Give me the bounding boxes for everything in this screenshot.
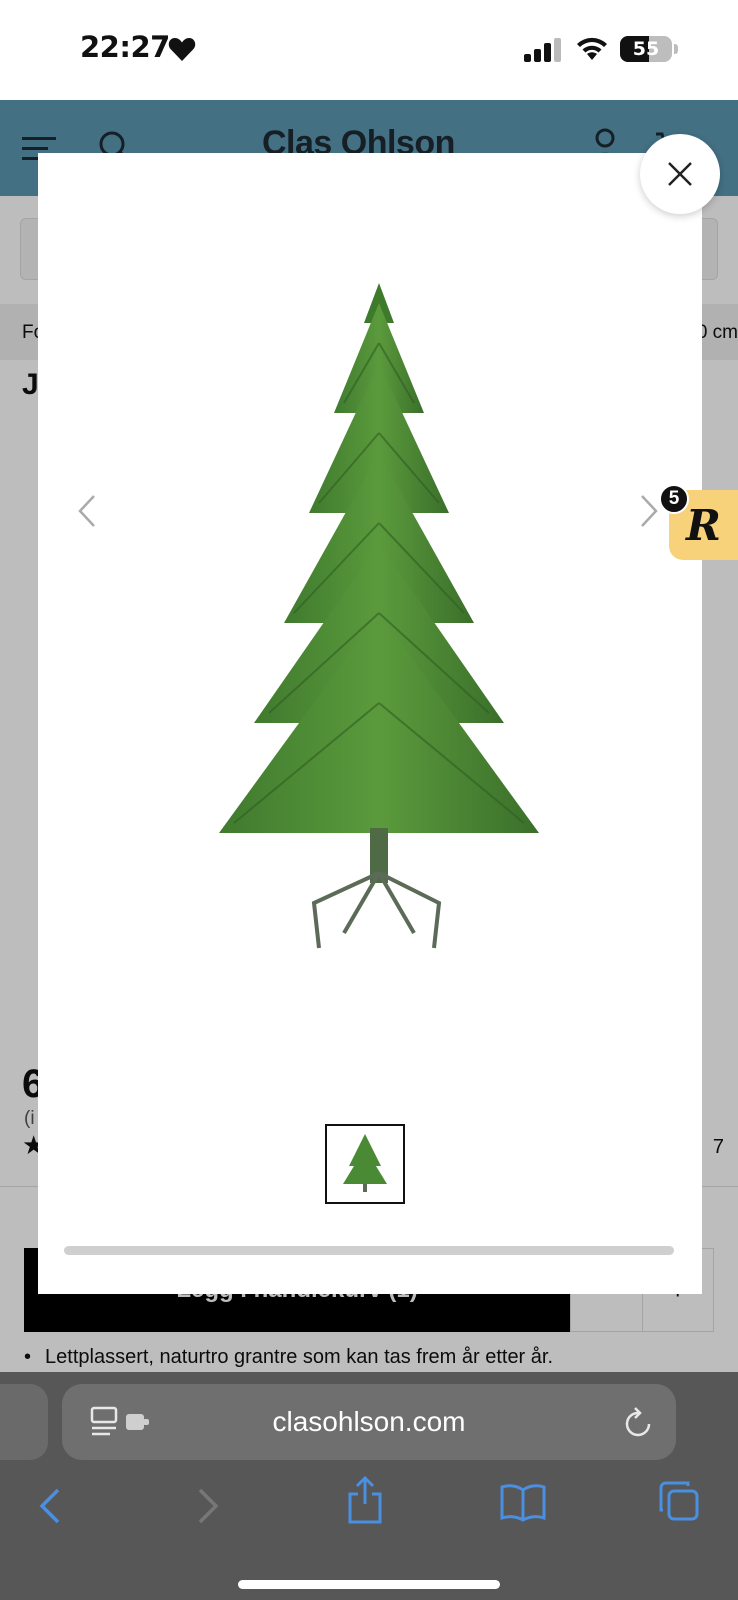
rewards-logo: R bbox=[686, 500, 721, 550]
wifi-icon bbox=[577, 37, 607, 60]
battery-level: 55 bbox=[632, 38, 660, 60]
christmas-tree-image bbox=[219, 283, 539, 949]
address-text[interactable]: clasohlson.com bbox=[62, 1406, 676, 1438]
image-thumbnail[interactable] bbox=[325, 1124, 405, 1204]
cellular-signal-icon bbox=[524, 38, 561, 62]
browser-toolbar: clasohlson.com bbox=[0, 1372, 738, 1600]
home-indicator bbox=[238, 1580, 500, 1589]
image-gallery-modal bbox=[38, 153, 702, 1294]
status-time: 22:27 bbox=[80, 30, 170, 64]
chevron-left-icon[interactable] bbox=[74, 493, 100, 529]
rewards-count-badge: 5 bbox=[659, 484, 689, 514]
close-modal-button[interactable] bbox=[640, 134, 720, 214]
heart-icon bbox=[168, 38, 196, 61]
christmas-tree-thumbnail-image bbox=[343, 1134, 387, 1192]
bookmarks-icon[interactable] bbox=[500, 1482, 546, 1522]
battery-indicator: 55 bbox=[620, 36, 672, 62]
back-icon[interactable] bbox=[36, 1486, 62, 1526]
close-icon bbox=[668, 162, 692, 186]
battery-tip bbox=[674, 44, 678, 54]
gallery-scrollbar[interactable] bbox=[64, 1246, 674, 1255]
tabs-icon[interactable] bbox=[658, 1480, 700, 1522]
share-icon[interactable] bbox=[346, 1476, 384, 1524]
status-bar: 22:27 55 bbox=[0, 0, 738, 100]
address-bar[interactable]: clasohlson.com bbox=[62, 1384, 676, 1460]
reload-icon[interactable] bbox=[624, 1406, 654, 1438]
forward-icon[interactable] bbox=[196, 1486, 222, 1526]
previous-tab-peek[interactable] bbox=[0, 1384, 48, 1460]
